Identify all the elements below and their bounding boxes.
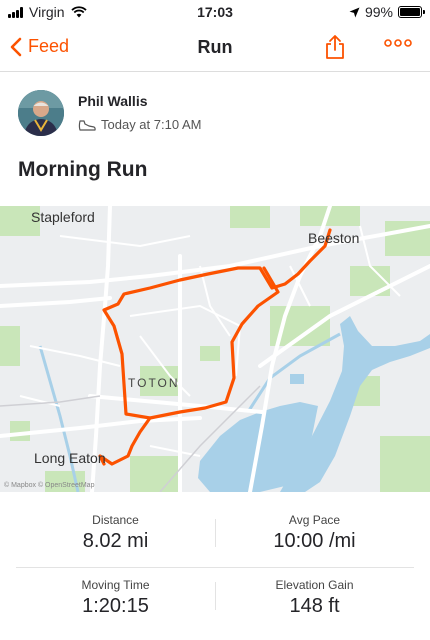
stat-distance-label: Distance xyxy=(92,513,139,527)
stats-row-1: Distance 8.02 mi Avg Pace 10:00 /mi xyxy=(16,505,414,568)
battery-percent: 99% xyxy=(364,4,393,20)
activity-title: Morning Run xyxy=(18,158,148,181)
more-options-icon[interactable] xyxy=(384,38,412,48)
stat-elevation-label: Elevation Gain xyxy=(275,578,354,592)
stat-distance-value: 8.02 mi xyxy=(82,530,149,552)
nav-bar: Feed Run xyxy=(0,26,430,72)
stat-elevation: Elevation Gain 148 ft xyxy=(215,568,414,618)
location-arrow-icon xyxy=(349,7,360,17)
athlete-photo xyxy=(18,90,64,136)
route-map[interactable]: Stapleford Beeston TOTON Long Eaton © Ma… xyxy=(0,206,430,492)
status-right: 99% xyxy=(349,4,425,20)
activity-time: Today at 7:10 AM xyxy=(78,117,201,132)
stat-moving-time: Moving Time 1:20:15 xyxy=(16,568,215,618)
activity-timestamp: Today at 7:10 AM xyxy=(101,117,202,132)
map-attribution[interactable]: © Mapbox © OpenStreetMap xyxy=(4,482,94,489)
stat-moving-time-label: Moving Time xyxy=(81,578,150,592)
shoe-icon xyxy=(78,119,96,131)
battery-icon xyxy=(398,6,425,18)
stats-row-2: Moving Time 1:20:15 Elevation Gain 148 f… xyxy=(16,568,414,631)
stat-distance: Distance 8.02 mi xyxy=(16,505,215,553)
athlete-name[interactable]: Phil Wallis xyxy=(78,93,148,109)
map-label-stapleford: Stapleford xyxy=(31,209,95,225)
avatar[interactable] xyxy=(18,90,64,136)
athlete-header: Phil Wallis Today at 7:10 AM xyxy=(18,90,418,140)
share-icon[interactable] xyxy=(324,34,346,60)
map-label-long-eaton: Long Eaton xyxy=(34,450,106,466)
status-bar: Virgin 17:03 99% xyxy=(0,0,430,24)
map-label-beeston: Beeston xyxy=(308,230,360,246)
stat-moving-time-value: 1:20:15 xyxy=(82,595,149,617)
page-title: Run xyxy=(197,37,233,57)
stat-pace: Avg Pace 10:00 /mi xyxy=(215,505,414,553)
stat-elevation-value: 148 ft xyxy=(289,595,340,617)
map-label-toton: TOTON xyxy=(128,376,180,390)
battery-fill xyxy=(400,8,420,16)
activity-stats: Distance 8.02 mi Avg Pace 10:00 /mi Movi… xyxy=(0,505,430,631)
stat-pace-label: Avg Pace xyxy=(288,513,341,527)
stat-pace-value: 10:00 /mi xyxy=(273,530,356,552)
